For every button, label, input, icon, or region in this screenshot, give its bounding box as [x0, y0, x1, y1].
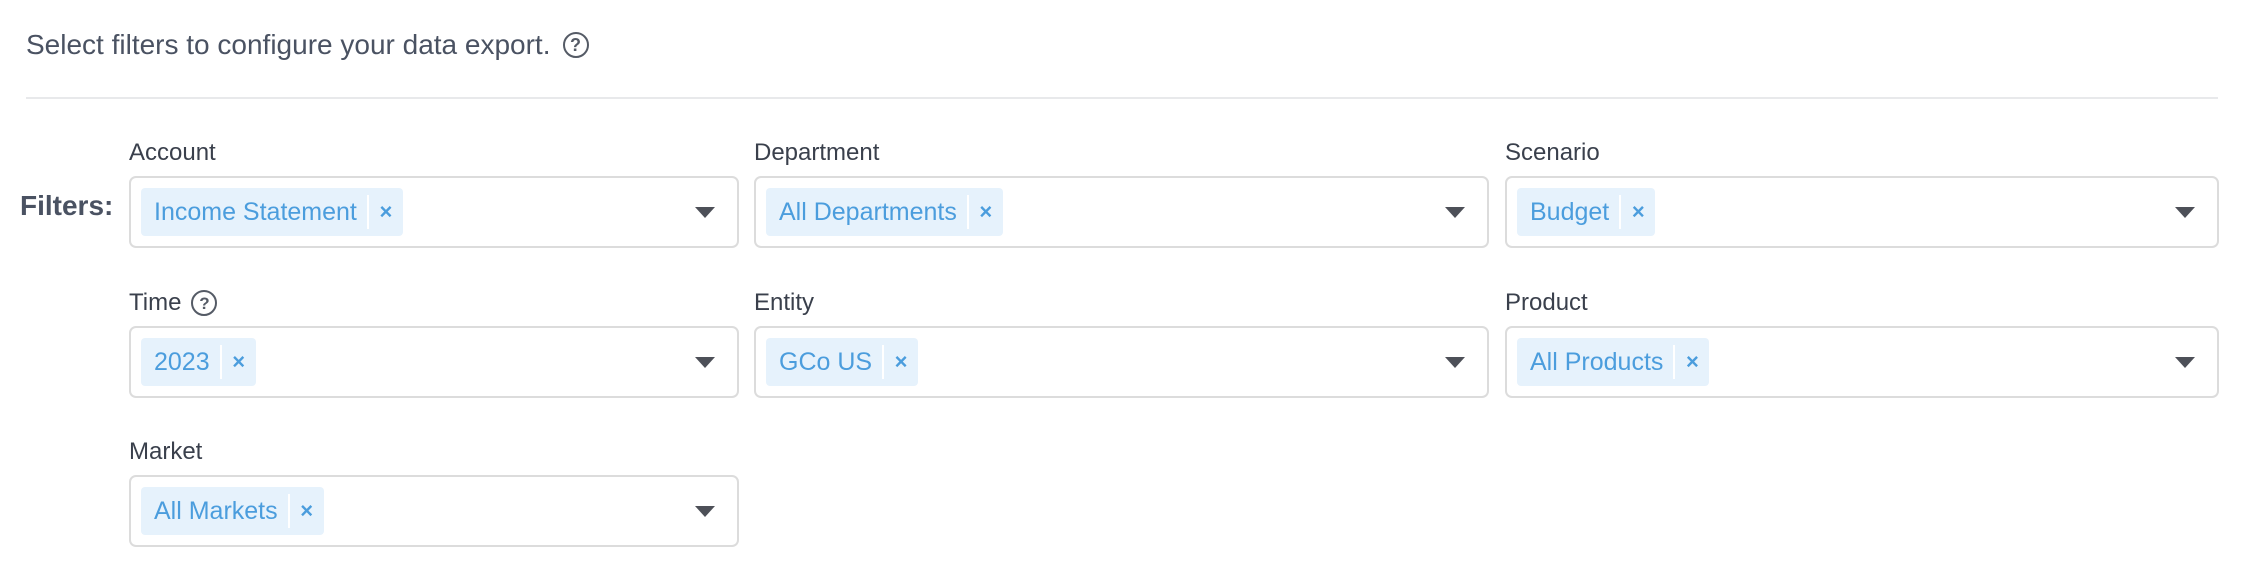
selected-tag: All Products ×: [1517, 338, 1710, 386]
dropdown-caret-icon[interactable]: [695, 206, 715, 218]
field-label: Scenario: [1505, 138, 2219, 168]
field-label-text: Market: [129, 438, 203, 465]
remove-tag-icon[interactable]: ×: [222, 338, 256, 386]
question-circle-icon[interactable]: ?: [191, 290, 218, 316]
dropdown-caret-icon[interactable]: [695, 505, 715, 517]
remove-tag-icon[interactable]: ×: [969, 188, 1003, 236]
selected-tag: All Markets ×: [141, 487, 324, 535]
product-select[interactable]: All Products ×: [1505, 326, 2219, 398]
scenario-select[interactable]: Budget ×: [1505, 176, 2219, 248]
field-label: Department: [754, 138, 1489, 168]
time-filter: Time ? 2023 ×: [129, 288, 739, 398]
dropdown-caret-icon[interactable]: [695, 356, 715, 368]
remove-tag-icon[interactable]: ×: [369, 188, 403, 236]
account-filter: Account Income Statement ×: [129, 138, 739, 248]
account-select[interactable]: Income Statement ×: [129, 176, 739, 248]
remove-tag-icon[interactable]: ×: [884, 338, 918, 386]
field-label-text: Department: [754, 139, 880, 166]
question-circle-icon[interactable]: ?: [562, 32, 589, 58]
field-label: Account: [129, 138, 739, 168]
tag-label: 2023: [154, 347, 210, 376]
selected-tag: GCo US ×: [766, 338, 919, 386]
tag-label: All Departments: [779, 197, 957, 226]
field-label-text: Account: [129, 139, 216, 166]
market-filter: Market All Markets ×: [129, 437, 739, 547]
department-select[interactable]: All Departments ×: [754, 176, 1489, 248]
selected-tag: All Departments ×: [766, 188, 1003, 236]
scenario-filter: Scenario Budget ×: [1505, 138, 2219, 248]
tag-label: Budget: [1530, 197, 1610, 226]
dropdown-caret-icon[interactable]: [2175, 356, 2195, 368]
entity-select[interactable]: GCo US ×: [754, 326, 1489, 398]
remove-tag-icon[interactable]: ×: [1675, 338, 1709, 386]
field-label-text: Scenario: [1505, 139, 1600, 166]
dropdown-caret-icon[interactable]: [2175, 206, 2195, 218]
dropdown-caret-icon[interactable]: [1445, 356, 1465, 368]
field-label: Market: [129, 437, 739, 467]
selected-tag: Budget ×: [1517, 188, 1656, 236]
selected-tag: Income Statement ×: [141, 188, 403, 236]
field-label-text: Time: [129, 289, 182, 316]
time-select[interactable]: 2023 ×: [129, 326, 739, 398]
market-select[interactable]: All Markets ×: [129, 475, 739, 547]
remove-tag-icon[interactable]: ×: [1621, 188, 1655, 236]
dropdown-caret-icon[interactable]: [1445, 206, 1465, 218]
page-instructions: Select filters to configure your data ex…: [26, 24, 589, 66]
field-label: Product: [1505, 288, 2219, 318]
instructions-text: Select filters to configure your data ex…: [26, 29, 551, 60]
product-filter: Product All Products ×: [1505, 288, 2219, 398]
entity-filter: Entity GCo US ×: [754, 288, 1489, 398]
filters-label: Filters:: [20, 190, 114, 221]
field-label-text: Entity: [754, 289, 815, 316]
field-label-text: Product: [1505, 289, 1588, 316]
tag-label: GCo US: [779, 347, 873, 376]
department-filter: Department All Departments ×: [754, 138, 1489, 248]
selected-tag: 2023 ×: [141, 338, 256, 386]
remove-tag-icon[interactable]: ×: [290, 487, 324, 535]
field-label: Entity: [754, 288, 1489, 318]
divider: [26, 97, 2218, 99]
tag-label: All Products: [1530, 347, 1664, 376]
tag-label: All Markets: [154, 496, 278, 525]
tag-label: Income Statement: [154, 197, 357, 226]
field-label: Time ?: [129, 288, 739, 318]
